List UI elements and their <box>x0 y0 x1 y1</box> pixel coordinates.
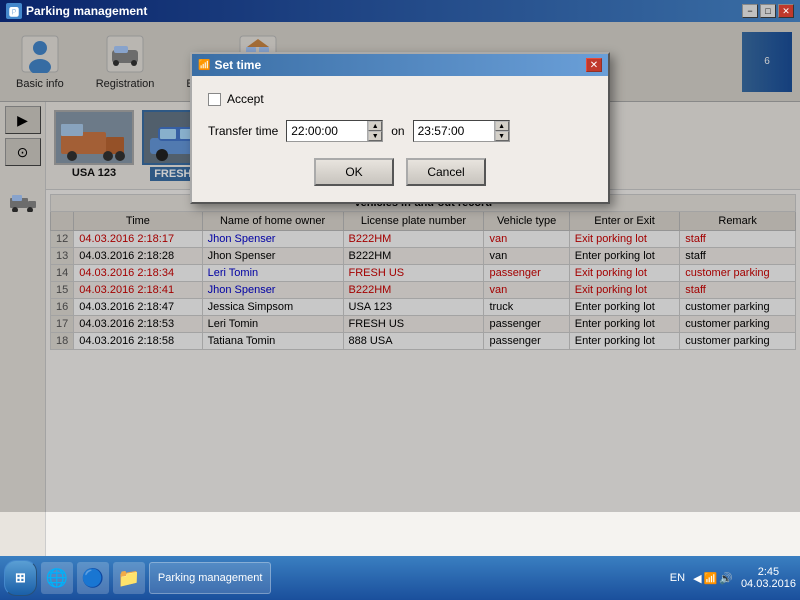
modal-body: Accept Transfer time ▲ ▼ on <box>192 76 608 202</box>
accept-row: Accept <box>208 92 592 106</box>
clock-date: 04.03.2016 <box>741 578 796 590</box>
time-row: Transfer time ▲ ▼ on ▲ ▼ <box>208 120 592 142</box>
start-icon: ⊞ <box>15 570 26 586</box>
transfer-time-up[interactable]: ▲ <box>368 121 382 131</box>
taskbar-lang: EN <box>670 572 685 584</box>
modal-close-button[interactable]: ✕ <box>586 58 602 72</box>
transfer-time-label: Transfer time <box>208 124 278 138</box>
accept-label: Accept <box>227 92 264 106</box>
minimize-button[interactable]: − <box>742 4 758 18</box>
modal-icon: 📶 <box>198 60 210 71</box>
transfer-time-input-group: ▲ ▼ <box>286 120 383 142</box>
accept-checkbox[interactable] <box>208 93 221 106</box>
app-icon: 🅿 <box>6 3 22 19</box>
tray-arrow: ◀ <box>693 572 701 585</box>
transfer-time-input[interactable] <box>287 122 367 140</box>
taskbar: ⊞ 🌐 🔵 📁 Parking management EN ◀ 📶 🔊 2:45… <box>0 556 800 600</box>
modal-overlay: 📶 Set time ✕ Accept Transfer time ▲ ▼ <box>0 22 800 512</box>
tray-network: 📶 <box>704 572 718 585</box>
close-button[interactable]: ✕ <box>778 4 794 18</box>
set-time-dialog: 📶 Set time ✕ Accept Transfer time ▲ ▼ <box>190 52 610 204</box>
taskbar-app-parking[interactable]: Parking management <box>149 562 272 594</box>
transfer-time-down[interactable]: ▼ <box>368 131 382 141</box>
taskbar-app-label: Parking management <box>158 572 263 584</box>
on-time-input[interactable] <box>414 122 494 140</box>
app-title: Parking management <box>26 4 147 18</box>
transfer-time-spin: ▲ ▼ <box>367 121 382 141</box>
quicklaunch: 🌐 🔵 📁 <box>41 562 145 594</box>
tray-icons: ◀ 📶 🔊 <box>693 572 733 585</box>
quicklaunch-chrome[interactable]: 🔵 <box>77 562 109 594</box>
app-container: Basic info Registration <box>0 22 800 556</box>
start-button[interactable]: ⊞ <box>4 560 37 596</box>
on-time-up[interactable]: ▲ <box>495 121 509 131</box>
on-time-down[interactable]: ▼ <box>495 131 509 141</box>
taskbar-right: EN ◀ 📶 🔊 2:45 04.03.2016 <box>670 566 796 590</box>
title-bar: 🅿 Parking management − □ ✕ <box>0 0 800 22</box>
on-label: on <box>391 124 404 138</box>
modal-buttons: OK Cancel <box>208 158 592 186</box>
quicklaunch-folder[interactable]: 📁 <box>113 562 145 594</box>
window-controls: − □ ✕ <box>742 4 794 18</box>
modal-titlebar: 📶 Set time ✕ <box>192 54 608 76</box>
on-time-spin: ▲ ▼ <box>494 121 509 141</box>
on-time-input-group: ▲ ▼ <box>413 120 510 142</box>
clock-time: 2:45 <box>741 566 796 578</box>
ok-button[interactable]: OK <box>314 158 394 186</box>
cancel-button[interactable]: Cancel <box>406 158 486 186</box>
taskbar-clock: 2:45 04.03.2016 <box>741 566 796 590</box>
modal-title: Set time <box>214 58 261 72</box>
quicklaunch-ie[interactable]: 🌐 <box>41 562 73 594</box>
tray-volume: 🔊 <box>719 572 733 585</box>
maximize-button[interactable]: □ <box>760 4 776 18</box>
